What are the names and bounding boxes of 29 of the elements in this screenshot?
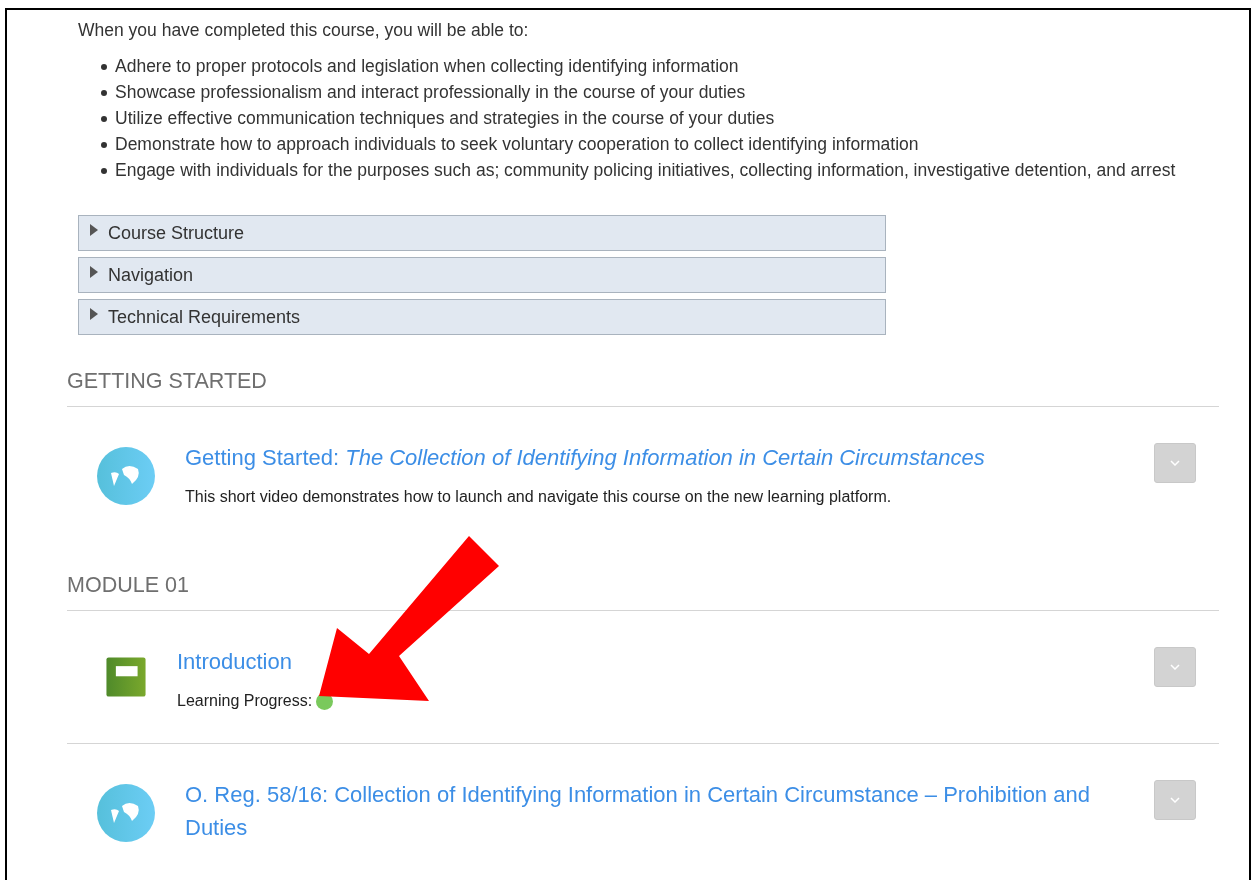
caret-right-icon xyxy=(89,308,99,320)
chevron-down-icon xyxy=(1170,797,1180,803)
dropdown-button[interactable] xyxy=(1154,647,1196,687)
collapsible-header[interactable]: Course Structure xyxy=(78,215,886,251)
collapsible-header[interactable]: Technical Requirements xyxy=(78,299,886,335)
caret-right-icon xyxy=(89,224,99,236)
outcome-text: Utilize effective communication techniques and strategies in the course of your duties xyxy=(115,107,775,130)
caret-right-icon xyxy=(89,266,99,278)
bullet-icon xyxy=(101,90,107,96)
bullet-icon xyxy=(101,168,107,174)
section-heading: MODULE 01 xyxy=(67,573,189,598)
activity-description: This short video demonstrates how to launch and navigate this course on the new learning platform. xyxy=(185,488,893,506)
bullet-icon xyxy=(101,64,107,70)
intro-text: When you have completed this course, you will be able to: xyxy=(78,20,529,41)
dropdown-button[interactable] xyxy=(1154,443,1196,483)
bullet-icon xyxy=(101,116,107,122)
outcome-text: Adhere to proper protocols and legislation when collecting identifying information xyxy=(115,55,739,78)
chevron-down-icon xyxy=(1170,460,1180,466)
dropdown-button[interactable] xyxy=(1154,780,1196,820)
section-heading: GETTING STARTED xyxy=(67,369,267,394)
bullet-icon xyxy=(101,142,107,148)
outcome-text: Demonstrate how to approach individuals to seek voluntary cooperation to collect identifying information xyxy=(115,133,919,156)
globe-icon xyxy=(97,784,155,842)
collapsible-header[interactable]: Navigation xyxy=(78,257,886,293)
outcome-text: Engage with individuals for the purposes such as; community policing initiatives, collecting information, investigative detention, and arrest xyxy=(115,159,1176,182)
chevron-down-icon xyxy=(1170,664,1180,670)
outcome-text: Showcase professionalism and interact professionally in the course of your duties xyxy=(115,81,746,104)
progress-label: Learning Progress: xyxy=(177,692,313,710)
globe-icon xyxy=(97,447,155,505)
